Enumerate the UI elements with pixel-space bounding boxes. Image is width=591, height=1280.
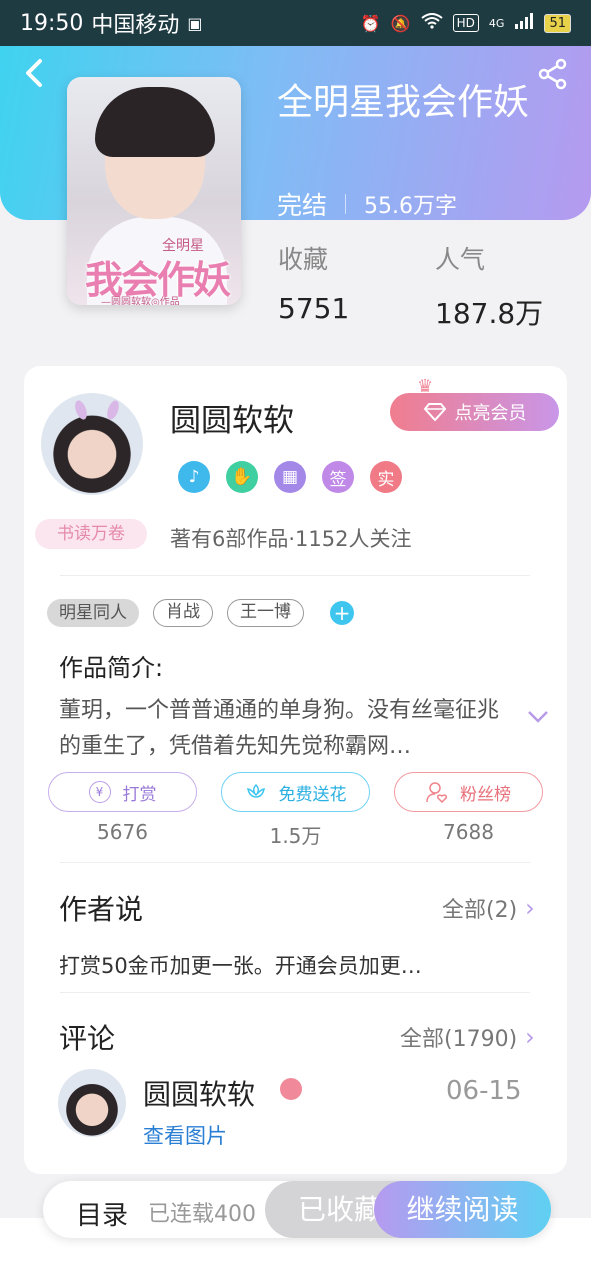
stat-label: 收藏	[278, 245, 329, 274]
flower-icon	[246, 783, 265, 798]
commenter-avatar[interactable]	[58, 1069, 126, 1137]
view-image-link[interactable]: 查看图片	[143, 1120, 227, 1150]
battery-icon: 51	[544, 13, 571, 33]
stat-popularity: 人气 187.8万	[435, 240, 543, 332]
notification-icon: ▣	[187, 13, 203, 33]
tip-count: 5676	[97, 820, 148, 844]
verified-icon[interactable]: 实	[370, 461, 402, 493]
signal-icon	[514, 13, 534, 33]
tag-item[interactable]: 肖战	[153, 599, 213, 627]
calendar-icon[interactable]: ▦	[274, 461, 306, 493]
flower-count: 1.5万	[269, 824, 322, 848]
author-says-more-label: 全部(2)	[442, 898, 518, 923]
chevron-left-icon	[26, 59, 42, 87]
alarm-icon: ⏰	[360, 13, 381, 33]
comment-date: 06-15	[446, 1076, 522, 1106]
stat-favorites: 收藏 5751	[278, 240, 349, 325]
author-avatar[interactable]	[41, 393, 143, 495]
tip-button[interactable]: ¥ 打赏	[48, 772, 197, 812]
hd-icon: HD	[452, 14, 479, 32]
intro-title: 作品简介:	[59, 654, 164, 682]
serial-status: 已连载400	[148, 1202, 256, 1227]
divider	[60, 575, 530, 576]
author-says-more-link[interactable]: 全部(2) ›	[442, 892, 535, 924]
tag-list: 明星同人 肖战 王一博 +	[47, 599, 354, 627]
book-title: 全明星我会作妖	[277, 82, 530, 123]
handshake-icon[interactable]: ✋	[226, 461, 258, 493]
fan-count: 7688	[443, 820, 494, 844]
status-bar: 19:50 中国移动 ▣ ⏰ 🔕 HD 4G 51	[0, 0, 591, 46]
book-cover[interactable]: 全明星 我会作妖 —圆圆软软◎作品	[67, 77, 241, 305]
vip-button-label: 点亮会员	[454, 403, 527, 424]
cover-logo-sub: —圆圆软软◎作品	[101, 297, 180, 305]
chevron-right-icon: ›	[525, 894, 535, 922]
expand-button[interactable]	[527, 705, 549, 730]
stat-value: 187.8万	[435, 297, 544, 330]
reader-level-badge: 书读万卷	[35, 519, 147, 549]
commenter-name[interactable]: 圆圆软软	[143, 1073, 255, 1113]
status-carrier: 中国移动	[91, 13, 180, 38]
fan-rank-label: 粉丝榜	[460, 784, 511, 805]
cover-hair	[95, 87, 215, 157]
back-button[interactable]	[18, 56, 52, 90]
divider	[60, 992, 530, 993]
comments-title: 评论	[59, 1022, 116, 1055]
diamond-icon	[423, 403, 446, 421]
meta-divider	[345, 194, 347, 214]
book-meta: 完结 55.6万字	[277, 186, 457, 222]
stat-value: 5751	[278, 292, 350, 325]
stat-label: 人气	[435, 245, 486, 274]
divider	[60, 862, 530, 863]
send-flower-button[interactable]: 免费送花	[221, 772, 370, 812]
author-summary: 著有6部作品·1152人关注	[170, 527, 412, 551]
comments-more-link[interactable]: 全部(1790) ›	[400, 1021, 535, 1053]
intro-text[interactable]: 董玥，一个普普通通的单身狗。没有丝毫征兆的重生了，凭借着先知先觉称霸网…	[59, 693, 509, 765]
fan-rank-button[interactable]: 粉丝榜	[394, 772, 543, 812]
vip-button[interactable]: 点亮会员	[390, 393, 559, 431]
author-badges: ♪ ✋ ▦ 签 实	[178, 461, 402, 493]
book-status: 完结	[277, 191, 328, 220]
add-tag-button[interactable]: +	[330, 601, 354, 625]
status-time: 19:50	[20, 10, 84, 36]
tip-label: 打赏	[122, 784, 157, 805]
book-word-count: 55.6万字	[364, 194, 458, 219]
vip-badge-icon	[280, 1078, 302, 1100]
signed-icon[interactable]: 签	[322, 461, 354, 493]
chevron-down-icon	[528, 711, 548, 723]
author-name[interactable]: 圆圆软软	[170, 395, 294, 440]
comments-more-label: 全部(1790)	[400, 1027, 518, 1052]
tag-item[interactable]: 王一博	[227, 599, 304, 627]
chevron-right-icon: ›	[525, 1023, 535, 1051]
author-says-title: 作者说	[59, 893, 144, 926]
network-type: 4G	[488, 16, 505, 30]
yen-icon: ¥	[88, 781, 111, 803]
music-note-icon[interactable]: ♪	[178, 461, 210, 493]
tag-category[interactable]: 明星同人	[47, 599, 139, 627]
wifi-icon	[421, 13, 443, 33]
fan-user-icon	[426, 782, 447, 803]
mute-icon: 🔕	[390, 13, 411, 33]
continue-reading-button[interactable]: 继续阅读	[374, 1181, 551, 1238]
toc-button[interactable]: 目录	[76, 1195, 128, 1232]
author-says-text[interactable]: 打赏50金币加更一张。开通会员加更…	[59, 950, 422, 980]
send-flower-label: 免费送花	[278, 784, 347, 805]
